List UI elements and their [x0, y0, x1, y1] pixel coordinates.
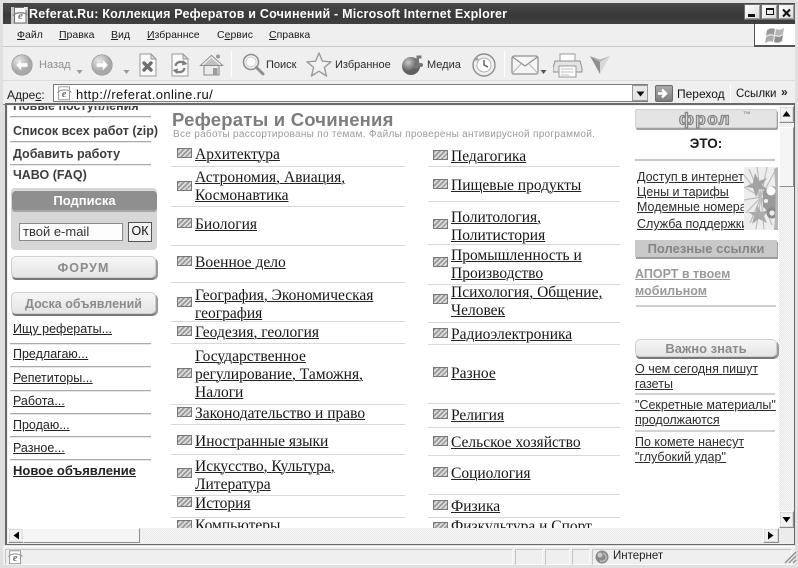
- svg-text:™: ™: [743, 110, 751, 119]
- svg-text:e: e: [18, 10, 23, 22]
- svg-text:фрол: фрол: [679, 110, 731, 129]
